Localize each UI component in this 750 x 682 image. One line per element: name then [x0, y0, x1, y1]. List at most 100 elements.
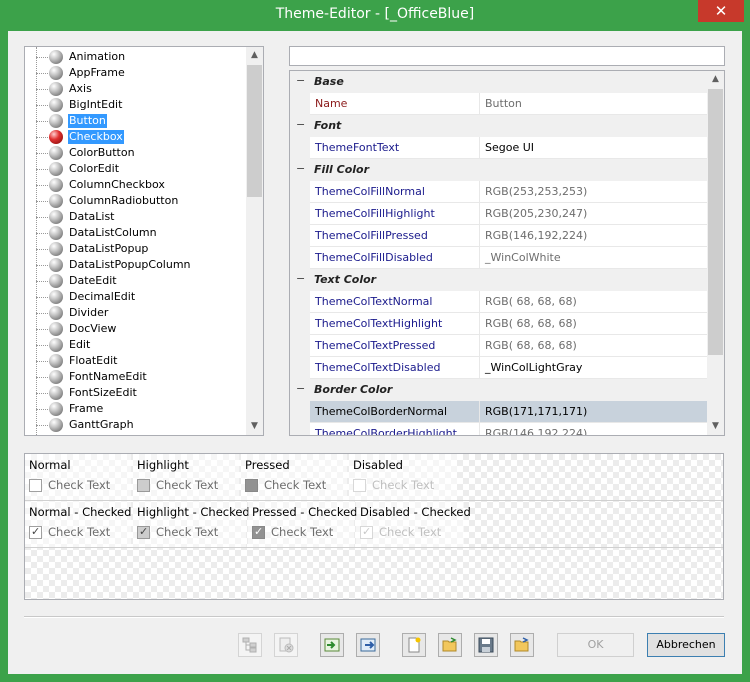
tree-structure-icon	[242, 637, 257, 653]
checkbox[interactable]	[245, 479, 258, 492]
property-name: ThemeColTextNormal	[310, 291, 480, 313]
property-row[interactable]: ThemeColTextHighlight RGB( 68, 68, 68)	[290, 313, 708, 335]
tree-item-label: FontSizeEdit	[69, 386, 137, 399]
tree-item[interactable]: Checkbox	[25, 129, 239, 145]
tree-item[interactable]: Divider	[25, 305, 239, 321]
checkbox[interactable]: ✓	[137, 525, 150, 539]
category-row[interactable]: − Fill Color	[290, 159, 708, 181]
tree-item[interactable]: ColumnRadiobutton	[25, 193, 239, 209]
cancel-button[interactable]: Abbrechen	[647, 633, 725, 657]
property-value[interactable]: Segoe UI	[480, 137, 708, 159]
gray-ball-icon	[49, 402, 63, 416]
checkbox[interactable]	[137, 479, 150, 492]
collapse-icon[interactable]: −	[296, 273, 305, 284]
tree-item[interactable]: FontNameEdit	[25, 369, 239, 385]
collapse-icon[interactable]: −	[296, 75, 305, 86]
tree-item[interactable]: DataListPopup	[25, 241, 239, 257]
property-row[interactable]: Name Button	[290, 93, 708, 115]
save-as-folder-button[interactable]	[510, 633, 534, 657]
close-button[interactable]: ✕	[698, 0, 744, 22]
checkbox[interactable]: ✓	[252, 525, 265, 539]
tree-item[interactable]: BigIntEdit	[25, 97, 239, 113]
tree-item[interactable]: DateEdit	[25, 273, 239, 289]
category-row[interactable]: − Border Color	[290, 379, 708, 401]
row-gutter	[290, 247, 310, 269]
collapse-icon[interactable]: −	[296, 163, 305, 174]
category-row[interactable]: − Base	[290, 71, 708, 93]
tree-connector	[36, 57, 50, 58]
tree-item[interactable]: Frame	[25, 401, 239, 417]
tree-item[interactable]: DocView	[25, 321, 239, 337]
tree-item[interactable]: GanttGraph	[25, 417, 239, 433]
property-name: ThemeColBorderNormal	[310, 401, 480, 423]
property-value[interactable]: RGB(253,253,253)	[480, 181, 708, 203]
checkbox-text: Check Text	[48, 525, 111, 539]
property-row[interactable]: ThemeColTextPressed RGB( 68, 68, 68)	[290, 335, 708, 357]
property-row[interactable]: ThemeColFillDisabled _WinColWhite	[290, 247, 708, 269]
property-row[interactable]: ThemeColFillNormal RGB(253,253,253)	[290, 181, 708, 203]
property-name: ThemeColTextPressed	[310, 335, 480, 357]
scrollbar-thumb[interactable]	[708, 89, 723, 355]
tree-item[interactable]: Animation	[25, 49, 239, 65]
property-row[interactable]: ThemeColBorderNormal RGB(171,171,171)	[290, 401, 708, 423]
property-row[interactable]: ThemeFontText Segoe UI	[290, 137, 708, 159]
tree-item[interactable]: DataListPopupColumn	[25, 257, 239, 273]
property-value[interactable]: RGB(146,192,224)	[480, 423, 708, 435]
property-row[interactable]: ThemeColFillHighlight RGB(205,230,247)	[290, 203, 708, 225]
new-file-button[interactable]	[402, 633, 426, 657]
title-bar[interactable]: Theme-Editor - [_OfficeBlue] ✕	[0, 0, 750, 31]
tree-item[interactable]: ColorEdit	[25, 161, 239, 177]
category-row[interactable]: − Font	[290, 115, 708, 137]
tree-item[interactable]: Button	[25, 113, 239, 129]
collapse-icon[interactable]: −	[296, 383, 305, 394]
tree-item[interactable]: ColumnCheckbox	[25, 177, 239, 193]
property-value[interactable]: RGB(205,230,247)	[480, 203, 708, 225]
tree-structure-button[interactable]	[238, 633, 262, 657]
category-row[interactable]: − Text Color	[290, 269, 708, 291]
property-grid[interactable]: − Base Name Button − Font ThemeFontText Segoe U…	[289, 70, 725, 436]
tree-item[interactable]: DecimalEdit	[25, 289, 239, 305]
tree-item[interactable]: AppFrame	[25, 65, 239, 81]
gray-ball-icon	[49, 98, 63, 112]
ok-button[interactable]: OK	[557, 633, 634, 657]
property-row[interactable]: ThemeColBorderHighlight RGB(146,192,224)	[290, 423, 708, 435]
delete-item-button[interactable]	[274, 633, 298, 657]
checkbox[interactable]	[29, 479, 42, 492]
property-row[interactable]: ThemeColTextNormal RGB( 68, 68, 68)	[290, 291, 708, 313]
property-value[interactable]: RGB(171,171,171)	[480, 401, 708, 423]
save-as-folder-icon	[514, 637, 529, 652]
tree-item[interactable]: Axis	[25, 81, 239, 97]
property-value[interactable]: RGB(146,192,224)	[480, 225, 708, 247]
property-row[interactable]: ThemeColFillPressed RGB(146,192,224)	[290, 225, 708, 247]
scrollbar-thumb[interactable]	[247, 65, 262, 197]
property-value[interactable]: RGB( 68, 68, 68)	[480, 291, 708, 313]
tree-item[interactable]: DataListColumn	[25, 225, 239, 241]
property-search-input[interactable]	[289, 46, 725, 66]
tree-item[interactable]: DataList	[25, 209, 239, 225]
scroll-up-arrow-icon[interactable]: ▲	[707, 71, 724, 88]
export-button[interactable]	[356, 633, 380, 657]
property-value[interactable]: RGB( 68, 68, 68)	[480, 313, 708, 335]
scroll-down-arrow-icon[interactable]: ▼	[246, 418, 263, 435]
save-button[interactable]	[474, 633, 498, 657]
property-value[interactable]: _WinColLightGray	[480, 357, 708, 379]
open-folder-button[interactable]	[438, 633, 462, 657]
tree-item[interactable]: FloatEdit	[25, 353, 239, 369]
checkbox[interactable]: ✓	[29, 525, 42, 539]
grid-scrollbar[interactable]: ▲ ▼	[707, 71, 724, 435]
control-tree[interactable]: Animation AppFrame Axis BigIntEdit Button Che…	[24, 46, 264, 436]
import-button[interactable]	[320, 633, 344, 657]
checkbox[interactable]: ✓	[360, 525, 373, 539]
tree-item[interactable]: ColorButton	[25, 145, 239, 161]
scroll-up-arrow-icon[interactable]: ▲	[246, 47, 263, 64]
property-value[interactable]: RGB( 68, 68, 68)	[480, 335, 708, 357]
property-value[interactable]: Button	[480, 93, 708, 115]
property-row[interactable]: ThemeColTextDisabled _WinColLightGray	[290, 357, 708, 379]
property-value[interactable]: _WinColWhite	[480, 247, 708, 269]
tree-item[interactable]: Edit	[25, 337, 239, 353]
tree-item[interactable]: FontSizeEdit	[25, 385, 239, 401]
checkbox[interactable]	[353, 479, 366, 492]
scroll-down-arrow-icon[interactable]: ▼	[707, 418, 724, 435]
collapse-icon[interactable]: −	[296, 119, 305, 130]
tree-scrollbar[interactable]: ▲ ▼	[246, 47, 263, 435]
